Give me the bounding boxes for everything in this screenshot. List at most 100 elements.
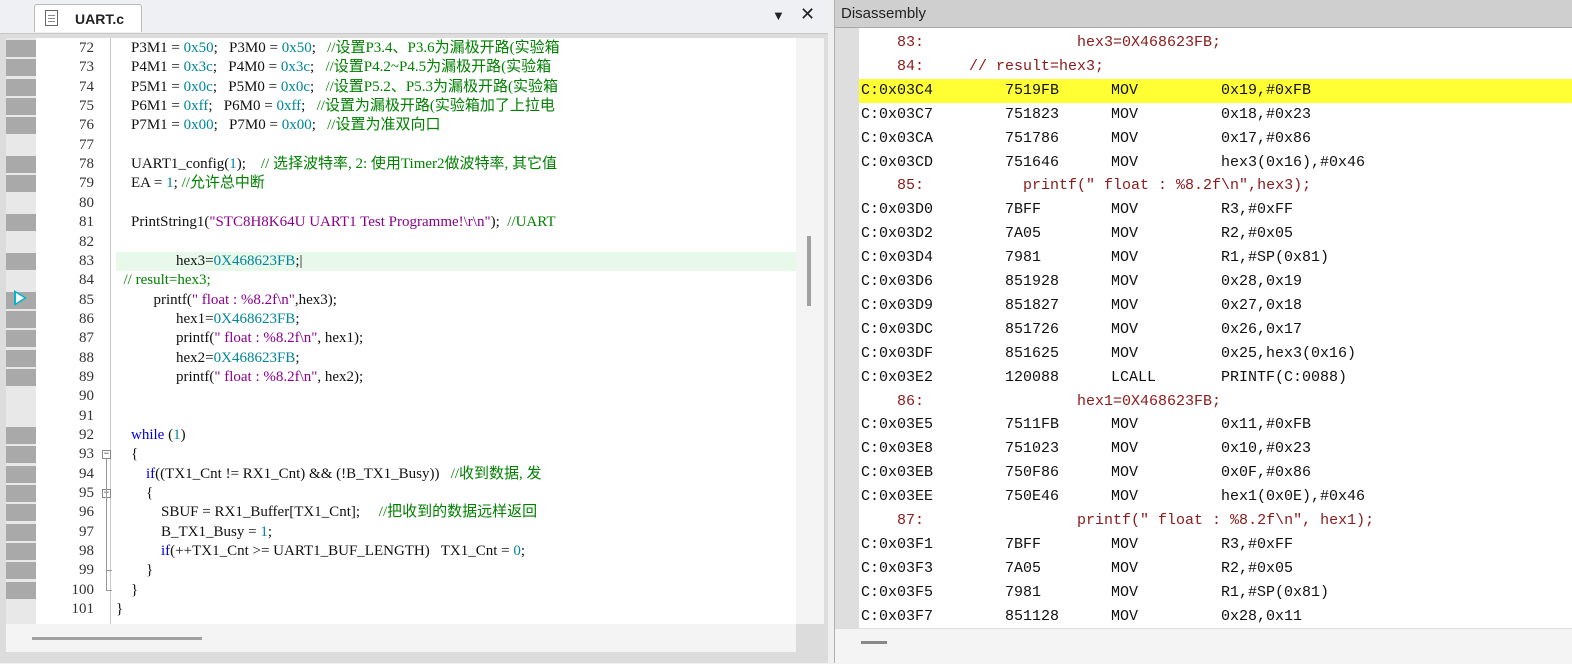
- instruction-row[interactable]: C:0x03F7 851128 MOV 0x28,0x11: [859, 605, 1572, 628]
- source-text: 87: printf(" float : %8.2f\n", hex1);: [861, 512, 1375, 529]
- code-line[interactable]: 95 {: [6, 484, 796, 503]
- instruction-row[interactable]: C:0x03F1 7BFF MOV R3,#0xFF: [859, 533, 1572, 557]
- instruction-row[interactable]: C:0x03D6 851928 MOV 0x28,0x19: [859, 270, 1572, 294]
- instruction-address: C:0x03E5: [861, 416, 934, 434]
- code-line[interactable]: 94 if((TX1_Cnt != RX1_Cnt) && (!B_TX1_Bu…: [6, 465, 796, 484]
- instruction-opcode: 120088: [1005, 368, 1060, 386]
- editor-vertical-scrollbar[interactable]: [796, 38, 824, 624]
- instruction-address: C:0x03E8: [861, 440, 934, 458]
- editor-horizontal-scrollbar[interactable]: [6, 624, 796, 652]
- tab-dropdown-icon[interactable]: ▼: [772, 8, 785, 23]
- instruction-row[interactable]: C:0x03C7 751823 MOV 0x18,#0x23: [859, 103, 1572, 127]
- line-number: 97: [79, 523, 94, 540]
- code-line[interactable]: 76 P7M1 = 0x00; P7M0 = 0x00; //设置为准双向口: [6, 116, 796, 135]
- instruction-mnemonic: MOV: [1111, 559, 1139, 577]
- fold-toggle-icon[interactable]: −: [102, 450, 111, 460]
- code-line[interactable]: 90: [6, 387, 796, 406]
- instruction-address: C:0x03D2: [861, 225, 934, 243]
- tab-uart-c[interactable]: UART.c: [34, 4, 142, 32]
- scroll-thumb[interactable]: [807, 236, 811, 306]
- line-number: 91: [79, 407, 94, 424]
- instruction-row[interactable]: C:0x03D4 7981 MOV R1,#SP(0x81): [859, 246, 1572, 270]
- code-line[interactable]: 88 hex2=0X468623FB;: [6, 349, 796, 368]
- disassembly-horizontal-scrollbar[interactable]: [835, 628, 1572, 664]
- code-text: hex3=0X468623FB;|: [116, 252, 303, 269]
- disassembly-listing[interactable]: 83: hex3=0X468623FB; 84: // result=hex3;…: [835, 28, 1572, 628]
- instruction-row[interactable]: C:0x03F3 7A05 MOV R2,#0x05: [859, 557, 1572, 581]
- code-line[interactable]: 78 UART1_config(1); // 选择波特率, 2: 使用Timer…: [6, 155, 796, 174]
- instruction-row[interactable]: C:0x03EB 750F86 MOV 0x0F,#0x86: [859, 461, 1572, 485]
- close-tab-icon[interactable]: ✕: [800, 4, 815, 25]
- code-line[interactable]: 100 }: [6, 581, 796, 600]
- code-line[interactable]: 96 SBUF = RX1_Buffer[TX1_Cnt]; //把收到的数据远…: [6, 503, 796, 522]
- code-line[interactable]: 92 while (1): [6, 426, 796, 445]
- source-line[interactable]: 83: hex3=0X468623FB;: [859, 31, 1572, 55]
- scroll-thumb[interactable]: [861, 641, 887, 644]
- code-line[interactable]: 74 P5M1 = 0x0c; P5M0 = 0x0c; //设置P5.2、P5…: [6, 78, 796, 97]
- instruction-operands: 0x0F,#0x86: [1221, 464, 1312, 482]
- file-icon: [45, 10, 58, 26]
- code-line[interactable]: 85 printf(" float : %8.2f\n",hex3);: [6, 291, 796, 310]
- instruction-row[interactable]: C:0x03D9 851827 MOV 0x27,0x18: [859, 294, 1572, 318]
- instruction-row[interactable]: C:0x03E2 120088 LCALL PRINTF(C:0088): [859, 366, 1572, 390]
- code-line[interactable]: 83 hex3=0X468623FB;|: [79, 251, 796, 271]
- instruction-operands: 0x17,#0x86: [1221, 129, 1312, 147]
- line-number: 89: [79, 368, 94, 385]
- source-line[interactable]: 85: printf(" float : %8.2f\n",hex3);: [859, 174, 1572, 198]
- source-line[interactable]: 86: hex1=0X468623FB;: [859, 390, 1572, 414]
- instruction-row[interactable]: C:0x03F5 7981 MOV R1,#SP(0x81): [859, 581, 1572, 605]
- instruction-opcode: 7981: [1005, 583, 1042, 601]
- source-text: 84: // result=hex3;: [861, 57, 1105, 75]
- instruction-row[interactable]: C:0x03DF 851625 MOV 0x25,hex3(0x16): [859, 342, 1572, 366]
- code-line[interactable]: 73 P4M1 = 0x3c; P4M0 = 0x3c; //设置P4.2~P4…: [6, 58, 796, 77]
- source-line[interactable]: 84: // result=hex3;: [859, 55, 1572, 79]
- code-line[interactable]: 93 {: [6, 445, 796, 464]
- disassembly-pane: Disassembly 83: hex3=0X468623FB; 84: // …: [834, 0, 1572, 664]
- instruction-row[interactable]: C:0x03CA 751786 MOV 0x17,#0x86: [859, 127, 1572, 151]
- code-line[interactable]: 84 // result=hex3;: [6, 271, 796, 290]
- instruction-mnemonic: MOV: [1111, 296, 1139, 314]
- instruction-address: C:0x03CA: [861, 129, 934, 147]
- code-line[interactable]: 99 }: [6, 561, 796, 580]
- tab-label: UART.c: [75, 11, 125, 27]
- code-text: while (1): [131, 427, 186, 443]
- scroll-thumb[interactable]: [32, 637, 202, 640]
- instruction-opcode: 7BFF: [1005, 201, 1042, 219]
- instruction-opcode: 750F86: [1005, 464, 1060, 482]
- instruction-row[interactable]: C:0x03D2 7A05 MOV R2,#0x05: [859, 222, 1572, 246]
- instruction-row[interactable]: C:0x03D0 7BFF MOV R3,#0xFF: [859, 198, 1572, 222]
- code-line[interactable]: 75 P6M1 = 0xff; P6M0 = 0xff; //设置为漏极开路(实…: [6, 97, 796, 116]
- instruction-opcode: 751823: [1005, 105, 1060, 123]
- source-line[interactable]: 87: printf(" float : %8.2f\n", hex1);: [859, 509, 1572, 533]
- instruction-mnemonic: MOV: [1111, 464, 1139, 482]
- code-line[interactable]: 98 if(++TX1_Cnt >= UART1_BUF_LENGTH) TX1…: [6, 542, 796, 561]
- disassembly-gutter[interactable]: [835, 28, 859, 628]
- code-line[interactable]: 79 EA = 1; //允许总中断: [6, 174, 796, 193]
- instruction-row[interactable]: C:0x03CD 751646 MOV hex3(0x16),#0x46: [859, 151, 1572, 175]
- code-line[interactable]: 91: [6, 407, 796, 426]
- code-line[interactable]: 101}: [6, 600, 796, 619]
- editor-tab-bar: UART.c ▼ ✕: [0, 0, 828, 34]
- instruction-row[interactable]: C:0x03E8 751023 MOV 0x10,#0x23: [859, 437, 1572, 461]
- instruction-operands: 0x10,#0x23: [1221, 440, 1312, 458]
- code-line[interactable]: 82: [6, 233, 796, 252]
- code-line[interactable]: 81 PrintString1("STC8H8K64U UART1 Test P…: [6, 213, 796, 232]
- code-text: B_TX1_Busy = 1;: [116, 523, 272, 540]
- instruction-opcode: 7511FB: [1005, 416, 1060, 434]
- instruction-row[interactable]: C:0x03DC 851726 MOV 0x26,0x17: [859, 318, 1572, 342]
- code-line[interactable]: 77: [6, 136, 796, 155]
- code-line[interactable]: 97 B_TX1_Busy = 1;: [6, 523, 796, 542]
- code-text: }: [116, 562, 154, 579]
- line-number: 101: [71, 601, 95, 618]
- code-line[interactable]: 87 printf(" float : %8.2f\n", hex1);: [6, 329, 796, 348]
- current-instruction-row[interactable]: C:0x03C4 7519FB MOV 0x19,#0xFB: [859, 78, 1572, 103]
- line-number: 85: [79, 291, 94, 308]
- line-number: 81: [79, 214, 94, 231]
- instruction-row[interactable]: C:0x03E5 7511FB MOV 0x11,#0xFB: [859, 413, 1572, 437]
- code-editor[interactable]: 72 P3M1 = 0x50; P3M0 = 0x50; //设置P3.4、P3…: [6, 38, 796, 624]
- code-line[interactable]: 72 P3M1 = 0x50; P3M0 = 0x50; //设置P3.4、P3…: [6, 39, 796, 58]
- code-line[interactable]: 89 printf(" float : %8.2f\n", hex2);: [6, 368, 796, 387]
- instruction-row[interactable]: C:0x03EE 750E46 MOV hex1(0x0E),#0x46: [859, 485, 1572, 509]
- code-line[interactable]: 86 hex1=0X468623FB;: [6, 310, 796, 329]
- code-line[interactable]: 80: [6, 194, 796, 213]
